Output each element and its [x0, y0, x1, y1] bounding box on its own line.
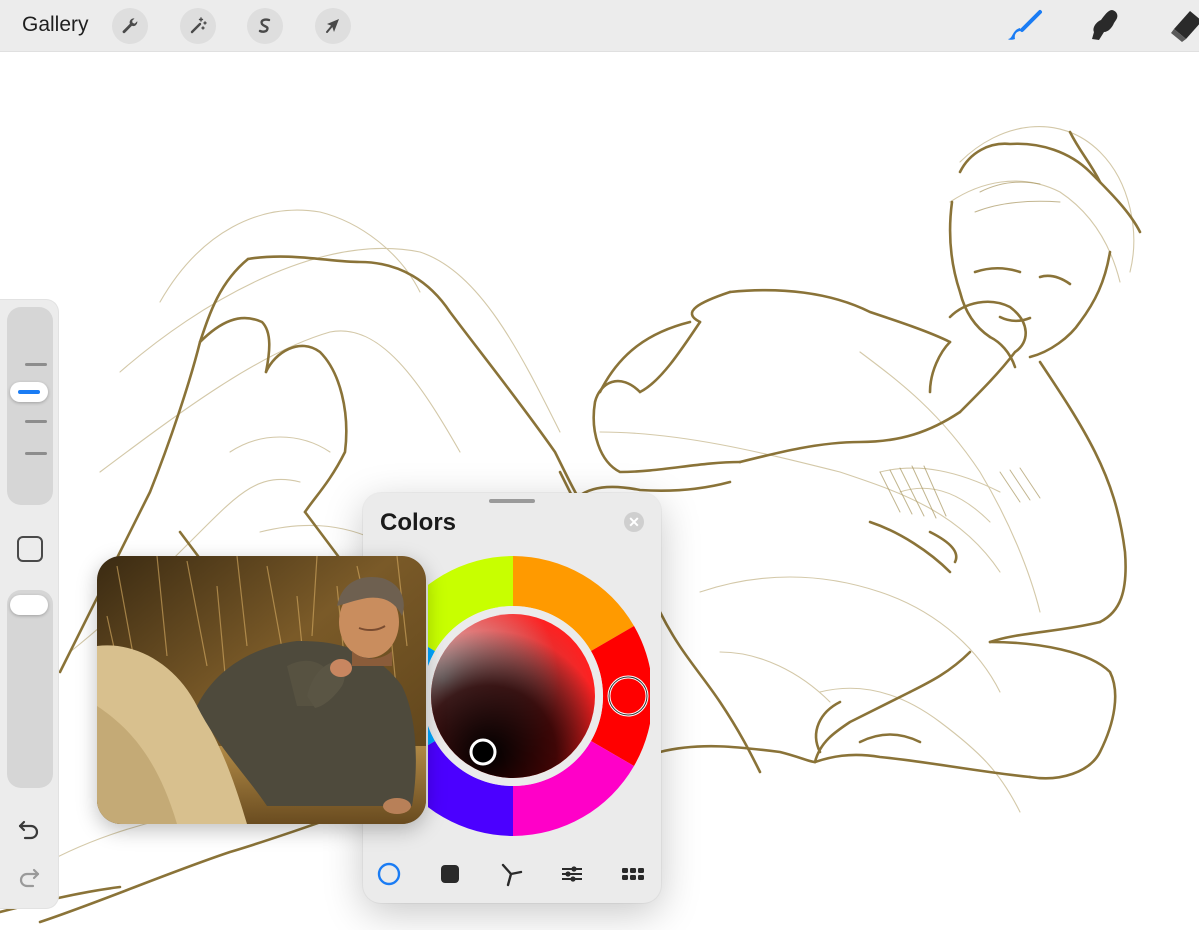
- brush-size-slider[interactable]: [7, 307, 53, 505]
- adjustments-button[interactable]: [180, 8, 216, 44]
- redo-button[interactable]: [16, 864, 42, 890]
- harmony-icon: [501, 863, 523, 887]
- arrow-cursor-icon: [326, 19, 339, 33]
- reference-photo-image: [97, 556, 426, 824]
- eraser-tool-button[interactable]: [1164, 6, 1199, 46]
- panel-grabber[interactable]: [489, 499, 535, 503]
- selection-button[interactable]: [247, 8, 283, 44]
- tab-value[interactable]: [557, 859, 587, 889]
- size-tick: [25, 420, 47, 423]
- reference-photo[interactable]: [97, 556, 426, 824]
- brush-icon: [1008, 10, 1042, 40]
- top-toolbar: Gallery: [0, 0, 1199, 52]
- grid-icon: [622, 868, 644, 880]
- transform-button[interactable]: [315, 8, 351, 44]
- wrench-icon: [122, 18, 138, 34]
- color-selector[interactable]: [469, 738, 497, 766]
- tab-harmony[interactable]: [496, 859, 526, 889]
- redo-icon: [19, 868, 40, 888]
- undo-icon: [18, 820, 39, 840]
- color-disc-svg: [373, 556, 653, 836]
- opacity-slider[interactable]: [7, 590, 53, 788]
- magic-wand-icon: [190, 17, 207, 34]
- size-tick: [25, 363, 47, 366]
- color-mode-tabs: [363, 859, 661, 889]
- gallery-button[interactable]: Gallery: [22, 13, 89, 37]
- actions-button[interactable]: [112, 8, 148, 44]
- sliders-icon: [562, 866, 582, 882]
- tab-disc[interactable]: [374, 859, 404, 889]
- square-icon: [441, 865, 459, 883]
- opacity-handle[interactable]: [10, 595, 48, 615]
- disc-icon: [377, 862, 401, 886]
- close-button[interactable]: ✕: [624, 512, 644, 532]
- brush-size-handle[interactable]: [10, 382, 48, 402]
- color-disc[interactable]: [373, 555, 653, 837]
- close-icon: ✕: [628, 514, 640, 530]
- panel-title: Colors: [380, 509, 457, 536]
- undo-button[interactable]: [16, 816, 42, 842]
- size-tick: [25, 452, 47, 455]
- left-sidebar: [0, 300, 58, 908]
- selection-s-icon: [258, 18, 271, 33]
- modify-button[interactable]: [17, 536, 43, 562]
- brush-tool-button[interactable]: [1004, 6, 1044, 46]
- tab-palettes[interactable]: [618, 859, 648, 889]
- eraser-icon: [1171, 11, 1199, 42]
- smudge-tool-button[interactable]: [1084, 6, 1124, 46]
- tab-classic[interactable]: [435, 859, 465, 889]
- smudge-icon: [1092, 10, 1118, 40]
